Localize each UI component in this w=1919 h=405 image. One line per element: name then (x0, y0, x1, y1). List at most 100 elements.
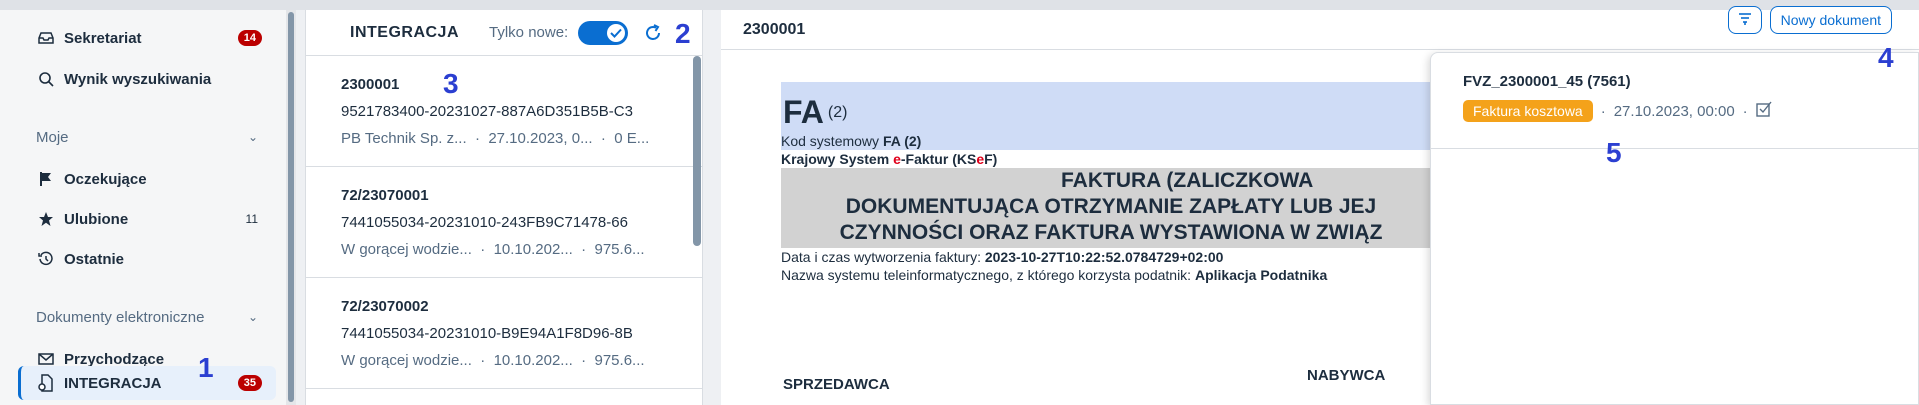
ksef-e: e (976, 151, 985, 167)
sidebar-item-label: Przychodzące (64, 350, 165, 368)
count-badge: 14 (237, 30, 262, 46)
seller-heading: SPRZEDAWCA (783, 376, 890, 393)
detail-title: 2300001 (743, 20, 806, 38)
ksef-text: -Faktur (KS (900, 151, 977, 167)
item-date: 10.10.202... (493, 352, 573, 369)
search-icon (36, 69, 56, 89)
sidebar-item-label: Ostatnie (64, 250, 125, 268)
separator: · (581, 241, 587, 258)
count-badge: 35 (237, 375, 262, 391)
annotation-marker: 3 (443, 68, 459, 99)
created-line: Data i czas wytworzenia faktury: 2023-10… (781, 248, 1441, 266)
item-date: 10.10.202... (493, 241, 573, 258)
scrollbar-thumb[interactable] (288, 12, 294, 402)
heading-line: CZYNNOŚCI ORAZ FAKTURA WYSTAWIONA W ZWIĄ… (839, 221, 1383, 244)
fa-heading: FA (783, 94, 824, 130)
attachments-popover: FVZ_2300001_45 (7561) Faktura kosztowa ·… (1430, 52, 1919, 405)
list-item[interactable]: 72/23070002 7441055034-20231010-B9E94A1F… (306, 278, 702, 389)
list-title: INTEGRACJA (350, 23, 460, 41)
item-meta: W gorącej wodzie... · 10.10.202... · 975… (341, 241, 702, 258)
top-strip (0, 0, 1919, 10)
sidebar-item-sekretariat[interactable]: Sekretariat 14 (18, 21, 276, 55)
section-dokumenty-elektroniczne[interactable]: Dokumenty elektroniczne ⌄ (18, 302, 258, 332)
buyer-heading: NABYWCA (1307, 367, 1386, 384)
sidebar-item-label: Ulubione (64, 210, 129, 228)
integration-icon (36, 373, 56, 393)
item-title: 72/23070001 (341, 187, 429, 204)
created-value: 2023-10-27T10:22:52.0784729+02:00 (984, 249, 1224, 265)
sidebar-item-ostatnie[interactable]: Ostatnie (18, 242, 276, 276)
filter-label: Tylko nowe: (489, 24, 569, 41)
new-document-button[interactable]: Nowy dokument (1769, 6, 1892, 34)
item-date: 27.10.2023, 0... (488, 130, 593, 147)
document-type-tag: Faktura kosztowa (1463, 100, 1593, 122)
only-new-toggle[interactable] (578, 20, 629, 45)
separator: · (480, 241, 486, 258)
refresh-icon[interactable] (642, 22, 664, 44)
item-ksef-id: 9521783400-20231027-887A6D351B5B-C3 (341, 103, 633, 120)
attachment-title: FVZ_2300001_45 (7561) (1463, 73, 1631, 90)
list-scrollbar[interactable] (693, 56, 701, 246)
item-company: W gorącej wodzie... (341, 241, 472, 258)
sidebar-item-label: Sekretariat (64, 29, 142, 47)
flag-icon (36, 169, 56, 189)
ksef-line: Krajowy System e-Faktur (KSeF) (781, 150, 1441, 168)
annotation-marker: 4 (1878, 42, 1894, 73)
sidebar-item-ulubione[interactable]: Ulubione 11 (18, 202, 276, 236)
separator: · (1742, 102, 1748, 120)
star-icon (36, 209, 56, 229)
sidebar-item-oczekujace[interactable]: Oczekujące (18, 162, 276, 196)
attachment-meta: Faktura kosztowa · 27.10.2023, 00:00 · (1463, 100, 1918, 122)
heading-line: DOKUMENTUJĄCA OTRZYMANIE ZAPŁATY LUB JEJ (845, 195, 1377, 218)
item-company: W gorącej wodzie... (341, 352, 472, 369)
invoice-preview: FA (2) Kod systemowy FA (2) Krajowy Syst… (781, 82, 1441, 284)
item-meta: PB Technik Sp. z... · 27.10.2023, 0... ·… (341, 130, 702, 147)
item-meta: W gorącej wodzie... · 10.10.202... · 975… (341, 352, 702, 369)
inbox-tray-icon (36, 28, 56, 48)
pane-gap (703, 10, 721, 405)
item-title: 2300001 (341, 76, 400, 93)
system-name-value: Aplikacja Podatnika (1194, 267, 1328, 283)
item-amount: 975.6... (594, 241, 645, 258)
created-label: Data i czas wytworzenia faktury: (781, 249, 985, 265)
attachments-button[interactable] (1727, 6, 1762, 34)
annotation-marker: 2 (675, 18, 691, 49)
item-ksef-id: 7441055034-20231010-B9E94A1F8D96-8B (341, 325, 633, 342)
fa-band: FA (2) (781, 82, 1441, 132)
attachment-date: 27.10.2023, 00:00 (1613, 102, 1735, 120)
sidebar-item-integracja[interactable]: INTEGRACJA 35 (18, 366, 276, 400)
item-amount: 975.6... (594, 352, 645, 369)
system-name-line: Nazwa systemu teleinformatycznego, z któ… (781, 266, 1441, 284)
sidebar: Sekretariat 14 Wynik wyszukiwania Moje ⌄… (0, 10, 286, 405)
sidebar-item-label: Oczekujące (64, 170, 147, 188)
section-label: Moje (36, 128, 69, 146)
ksef-text: Krajowy System (781, 151, 894, 167)
system-code-label: Kod systemowy (781, 133, 880, 149)
heading-line: FAKTURA (ZALICZKOWA (1061, 169, 1314, 192)
ksef-e: e (893, 151, 901, 167)
sidebar-scrollbar[interactable] (286, 10, 296, 405)
item-title: 72/23070002 (341, 298, 429, 315)
list-header: INTEGRACJA Tylko nowe: (306, 10, 702, 56)
filter-list-icon (1738, 12, 1752, 29)
item-company: PB Technik Sp. z... (341, 130, 467, 147)
header-actions: Nowy dokument (1727, 6, 1892, 34)
attachment-item[interactable]: FVZ_2300001_45 (7561) Faktura kosztowa ·… (1431, 53, 1918, 149)
checkbox-edit-icon[interactable] (1755, 101, 1772, 121)
sidebar-item-label: Wynik wyszukiwania (64, 70, 212, 88)
separator: · (600, 130, 606, 147)
section-label: Dokumenty elektroniczne (36, 308, 205, 326)
list-item[interactable]: 72/23070001 7441055034-20231010-243FB9C7… (306, 167, 702, 278)
annotation-marker: 5 (1606, 137, 1622, 168)
item-ksef-id: 7441055034-20231010-243FB9C71478-66 (341, 214, 628, 231)
list-item[interactable]: 2300001 9521783400-20231027-887A6D351B5B… (306, 56, 702, 167)
ksef-text: F) (984, 151, 998, 167)
chevron-down-icon: ⌄ (247, 130, 258, 144)
count-label: 11 (245, 212, 258, 226)
system-code-value: FA (2) (882, 133, 922, 149)
section-moje[interactable]: Moje ⌄ (18, 122, 258, 152)
document-list: INTEGRACJA Tylko nowe: 2300001 952178340… (305, 10, 703, 405)
chevron-down-icon: ⌄ (247, 310, 258, 324)
sidebar-item-search-results[interactable]: Wynik wyszukiwania (18, 62, 276, 96)
item-amount: 0 E... (614, 130, 650, 147)
